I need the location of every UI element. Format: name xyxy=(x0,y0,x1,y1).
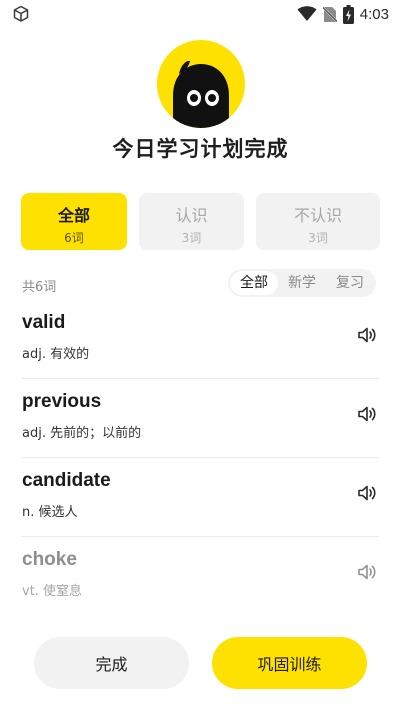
cartoon-face-icon xyxy=(173,60,229,128)
status-bar: 4:03 xyxy=(0,0,401,28)
word-row[interactable]: valid adj. 有效的 xyxy=(0,300,401,379)
speaker-icon[interactable] xyxy=(356,324,378,346)
word-row[interactable]: choke vt. 使窒息 xyxy=(0,537,401,616)
page-title: 今日学习计划完成 xyxy=(112,137,289,161)
battery-charging-icon xyxy=(342,4,354,24)
segment-all[interactable]: 全部 xyxy=(230,271,278,295)
filter-card-unknown[interactable]: 不认识 3词 xyxy=(256,193,380,250)
cube-icon xyxy=(13,5,29,22)
done-button[interactable]: 完成 xyxy=(34,637,189,689)
word-row[interactable]: previous adj. 先前的；以前的 xyxy=(0,379,401,458)
filter-card-count: 3词 xyxy=(181,231,202,245)
word-text: choke xyxy=(22,549,77,570)
word-total-label: 共6词 xyxy=(22,280,57,295)
speaker-icon[interactable] xyxy=(356,482,378,504)
speaker-icon[interactable] xyxy=(356,403,378,425)
no-sim-icon xyxy=(322,6,337,22)
segment-review[interactable]: 复习 xyxy=(326,271,374,295)
filter-card-label: 全部 xyxy=(57,206,90,225)
word-text: candidate xyxy=(22,470,111,491)
filter-card-count: 3词 xyxy=(308,231,328,245)
word-meaning: adj. 先前的；以前的 xyxy=(22,426,142,441)
wifi-icon xyxy=(297,6,317,21)
filter-card-known[interactable]: 认识 3词 xyxy=(139,193,244,250)
word-meaning: n. 候选人 xyxy=(22,505,78,520)
speaker-icon[interactable] xyxy=(356,561,378,583)
word-summary-screen: 4:03 今日学习计划完成 全部 6词 认识 3词 不认识 3词 共6词 全部 … xyxy=(0,0,401,712)
consolidate-training-button[interactable]: 巩固训练 xyxy=(212,637,367,689)
word-meaning: adj. 有效的 xyxy=(22,347,90,362)
segment-new[interactable]: 新学 xyxy=(278,271,326,295)
filter-card-label: 不认识 xyxy=(293,206,342,225)
filter-card-label: 认识 xyxy=(175,206,208,225)
word-meaning: vt. 使窒息 xyxy=(22,584,83,599)
segment-control: 全部 新学 复习 xyxy=(228,269,376,297)
filter-card-count: 6词 xyxy=(64,231,84,245)
filter-card-all[interactable]: 全部 6词 xyxy=(21,193,127,250)
avatar xyxy=(157,40,245,128)
status-icons: 4:03 xyxy=(297,4,389,24)
word-text: previous xyxy=(22,391,102,412)
word-text: valid xyxy=(22,312,66,333)
word-row[interactable]: candidate n. 候选人 xyxy=(0,458,401,537)
status-time: 4:03 xyxy=(359,5,389,23)
